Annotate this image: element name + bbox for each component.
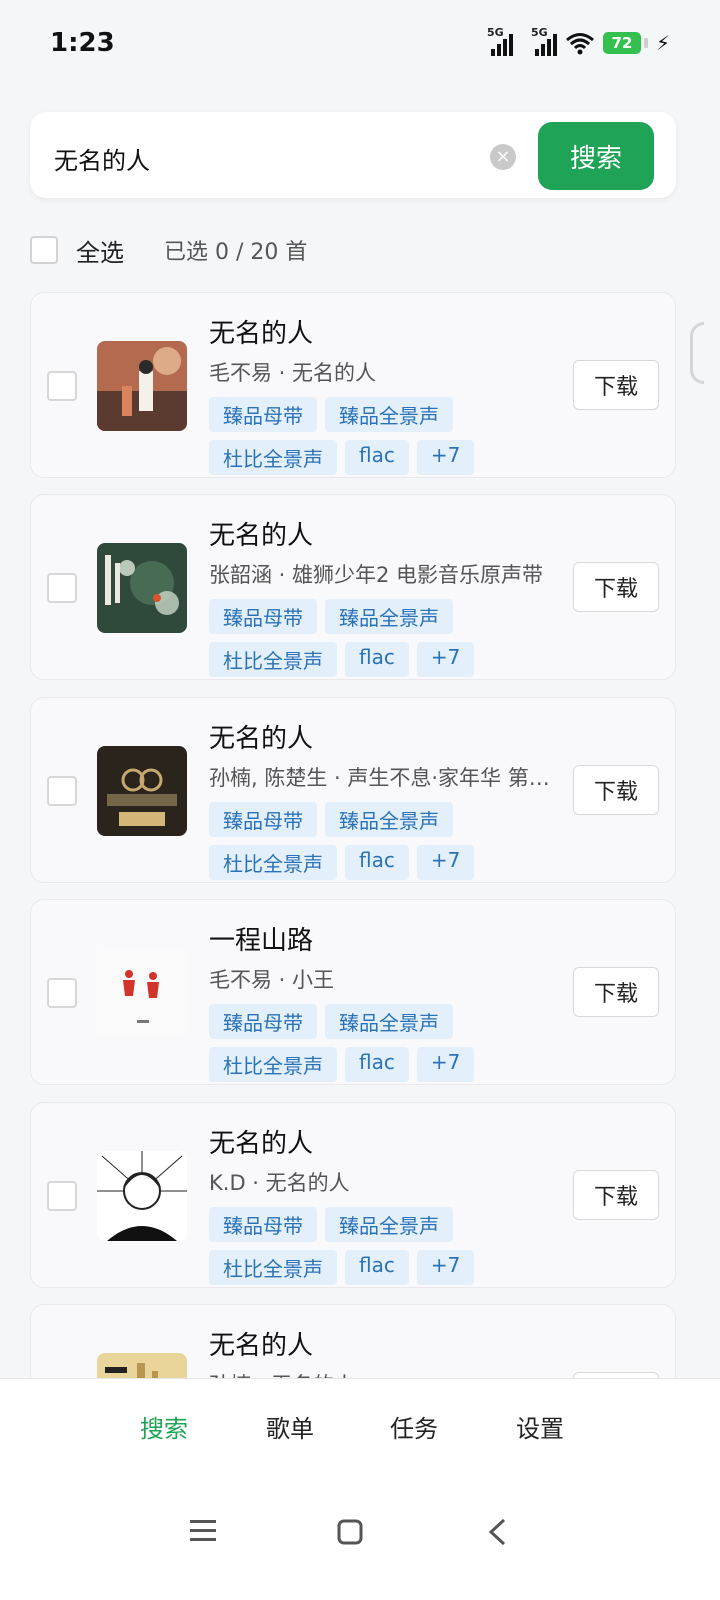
song-item[interactable]: 无名的人 毛不易 · 无名的人 臻品母带 臻品全景声 杜比全景声 flac +7… <box>30 292 676 478</box>
system-nav-bar <box>0 1474 720 1600</box>
quality-tag: 杜比全景声 <box>209 845 337 880</box>
tab-playlist[interactable]: 歌单 <box>266 1409 314 1444</box>
edge-handle[interactable] <box>690 322 704 384</box>
select-all-label[interactable]: 全选 <box>76 233 124 268</box>
quality-tags: 臻品母带 臻品全景声 杜比全景声 flac +7 <box>209 397 549 475</box>
album-cover <box>97 948 187 1038</box>
album-cover <box>97 543 187 633</box>
song-checkbox[interactable] <box>47 1181 77 1211</box>
quality-tag: 臻品母带 <box>209 397 317 432</box>
song-checkbox[interactable] <box>47 978 77 1008</box>
search-input[interactable] <box>52 124 552 192</box>
battery-level: 72 <box>602 32 641 54</box>
song-artist-album: K.D · 无名的人 <box>209 1171 350 1195</box>
network-type-label: 5G <box>486 26 504 39</box>
quality-tag: flac <box>345 642 409 677</box>
quality-tag: 臻品母带 <box>209 1207 317 1242</box>
quality-tag: flac <box>345 845 409 880</box>
song-title: 无名的人 <box>209 1331 314 1361</box>
clear-icon[interactable]: × <box>490 144 516 170</box>
quality-tag: flac <box>345 440 409 475</box>
quality-tag: 臻品全景声 <box>325 599 453 634</box>
tab-settings[interactable]: 设置 <box>516 1409 564 1444</box>
song-item[interactable]: 无名的人 K.D · 无名的人 臻品母带 臻品全景声 杜比全景声 flac +7… <box>30 1102 676 1288</box>
menu-icon[interactable] <box>188 1518 218 1544</box>
signal-icon: 5G <box>487 26 513 56</box>
download-button[interactable]: 下载 <box>573 1170 659 1220</box>
quality-tags: 臻品母带 臻品全景声 杜比全景声 flac +7 <box>209 599 549 677</box>
quality-tag-more[interactable]: +7 <box>416 440 475 475</box>
home-icon[interactable] <box>336 1518 364 1546</box>
song-title: 无名的人 <box>209 724 314 754</box>
download-button[interactable]: 下载 <box>573 765 659 815</box>
quality-tag: 臻品母带 <box>209 802 317 837</box>
download-button[interactable]: 下载 <box>573 967 659 1017</box>
quality-tag: 臻品母带 <box>209 1004 317 1039</box>
quality-tags: 臻品母带 臻品全景声 杜比全景声 flac +7 <box>209 802 549 880</box>
back-icon[interactable] <box>486 1518 508 1546</box>
song-title: 无名的人 <box>209 1129 314 1159</box>
quality-tag: 臻品全景声 <box>325 397 453 432</box>
quality-tag: 臻品全景声 <box>325 1207 453 1242</box>
tab-search[interactable]: 搜索 <box>140 1409 188 1444</box>
status-time: 1:23 <box>50 28 115 58</box>
song-item[interactable]: 一程山路 毛不易 · 小王 臻品母带 臻品全景声 杜比全景声 flac +7 下… <box>30 899 676 1085</box>
song-artist-album: 孙楠, 陈楚生 · 声生不息·家年华 第3期 <box>209 766 551 790</box>
song-item[interactable]: 无名的人 张韶涵 · 雄狮少年2 电影音乐原声带 臻品母带 臻品全景声 杜比全景… <box>30 494 676 680</box>
quality-tag-more[interactable]: +7 <box>416 845 475 880</box>
album-cover <box>97 1151 187 1241</box>
battery-icon: 72 <box>602 32 648 54</box>
network-type-label: 5G <box>530 26 548 39</box>
search-input-wrap[interactable] <box>52 124 552 192</box>
quality-tags: 臻品母带 臻品全景声 杜比全景声 flac +7 <box>209 1207 549 1285</box>
song-artist-album: 张韶涵 · 雄狮少年2 电影音乐原声带 <box>209 563 544 587</box>
quality-tags: 臻品母带 臻品全景声 杜比全景声 flac +7 <box>209 1004 549 1082</box>
quality-tag: 杜比全景声 <box>209 1047 337 1082</box>
wifi-icon <box>565 33 594 55</box>
song-checkbox[interactable] <box>47 776 77 806</box>
status-bar: 1:23 5G 5G 72 ⚡ <box>0 0 720 90</box>
status-icons: 5G 5G 72 ⚡ <box>487 26 670 56</box>
quality-tag: 臻品全景声 <box>325 802 453 837</box>
search-button[interactable]: 搜索 <box>538 122 654 190</box>
quality-tag: 臻品母带 <box>209 599 317 634</box>
song-title: 无名的人 <box>209 319 314 349</box>
song-artist-album: 毛不易 · 小王 <box>209 968 335 992</box>
song-item[interactable]: 无名的人 孙楠, 陈楚生 · 声生不息·家年华 第3期 臻品母带 臻品全景声 杜… <box>30 697 676 883</box>
album-cover <box>97 341 187 431</box>
bottom-tab-bar: 搜索 歌单 任务 设置 <box>0 1378 720 1475</box>
song-checkbox[interactable] <box>47 371 77 401</box>
quality-tag-more[interactable]: +7 <box>416 1047 475 1082</box>
charging-icon: ⚡ <box>655 31 670 55</box>
select-row: 全选 已选 0 / 20 首 <box>30 230 307 270</box>
quality-tag: 杜比全景声 <box>209 440 337 475</box>
signal-icon: 5G <box>531 26 557 56</box>
tab-tasks[interactable]: 任务 <box>390 1409 438 1444</box>
selected-count: 已选 0 / 20 首 <box>164 240 308 265</box>
download-button[interactable]: 下载 <box>573 562 659 612</box>
song-title: 无名的人 <box>209 521 314 551</box>
quality-tag: flac <box>345 1047 409 1082</box>
quality-tag: 臻品全景声 <box>325 1004 453 1039</box>
song-artist-album: 毛不易 · 无名的人 <box>209 361 377 385</box>
download-button[interactable]: 下载 <box>573 360 659 410</box>
quality-tag: flac <box>345 1250 409 1285</box>
album-cover <box>97 746 187 836</box>
song-title: 一程山路 <box>209 926 314 956</box>
quality-tag-more[interactable]: +7 <box>416 642 475 677</box>
quality-tag: 杜比全景声 <box>209 642 337 677</box>
select-all-checkbox[interactable] <box>30 236 58 264</box>
song-checkbox[interactable] <box>47 573 77 603</box>
quality-tag: 杜比全景声 <box>209 1250 337 1285</box>
quality-tag-more[interactable]: +7 <box>416 1250 475 1285</box>
